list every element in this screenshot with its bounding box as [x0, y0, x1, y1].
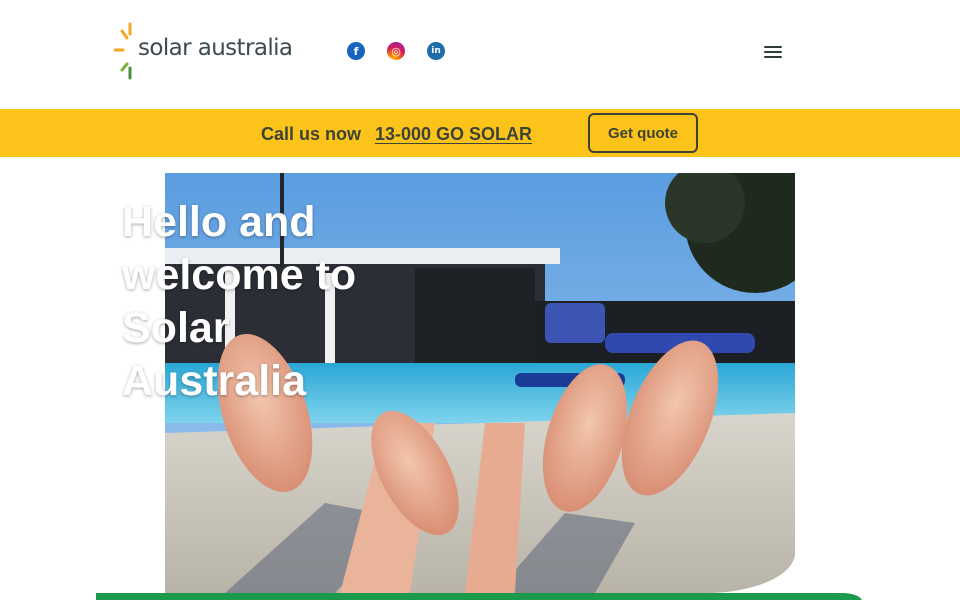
solar-australia-logo[interactable]: solar australia [114, 22, 304, 82]
phone-number-link[interactable]: 13-000 GO SOLAR [375, 124, 532, 145]
instagram-icon[interactable]: ◎ [387, 42, 405, 60]
site-header: solar australia f ◎ in [0, 0, 960, 108]
linkedin-icon[interactable]: in [427, 42, 445, 60]
call-us-label: Call us now [261, 124, 362, 144]
accent-bar [96, 593, 862, 600]
call-banner: Call us now 13-000 GO SOLAR Get quote [0, 109, 960, 157]
hamburger-menu-icon[interactable] [764, 46, 782, 60]
logo-wordmark: solar australia [138, 35, 293, 61]
get-quote-button[interactable]: Get quote [588, 113, 698, 153]
facebook-icon[interactable]: f [347, 42, 365, 60]
hero-title: Hello and welcome to Solar Australia [122, 198, 357, 405]
